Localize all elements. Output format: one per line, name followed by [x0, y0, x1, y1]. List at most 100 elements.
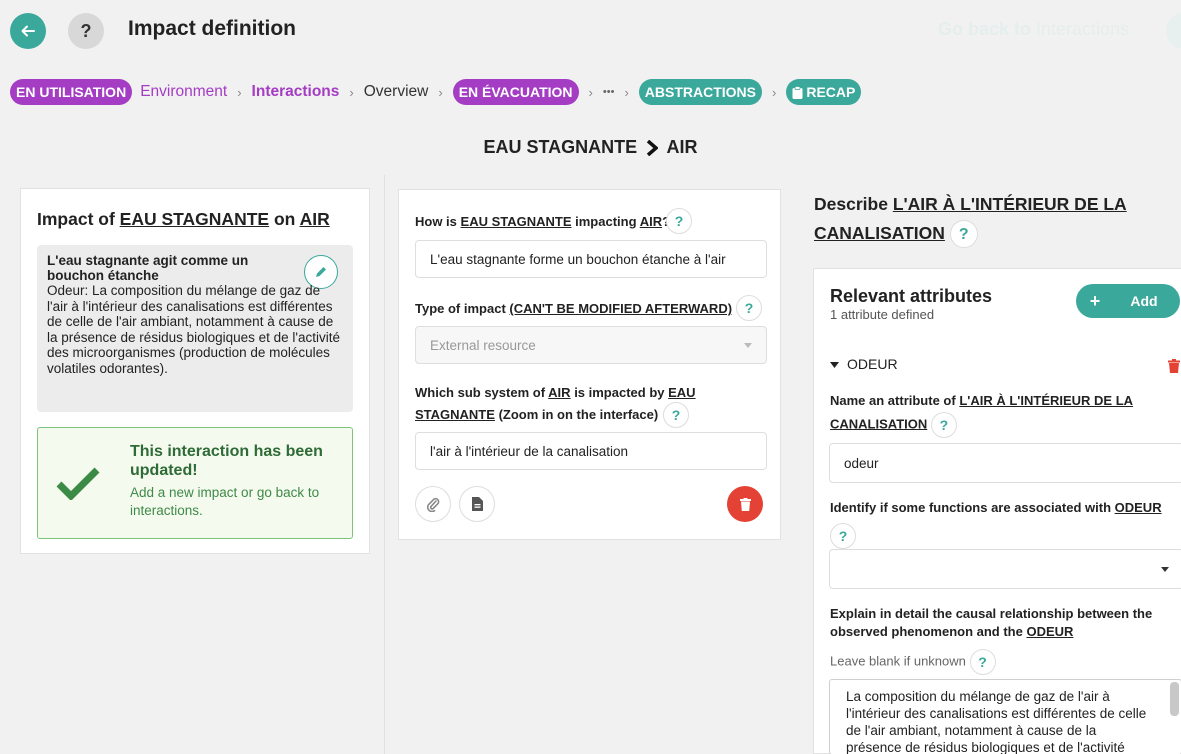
crumb-evacuation[interactable]: EN ÉVACUATION [452, 79, 579, 105]
q1-target-link[interactable]: AIR [640, 214, 662, 229]
arrow-left-icon [21, 25, 35, 37]
impact-note-body: Odeur: La composition du mélange de gaz … [47, 283, 341, 376]
crumb-ellipsis[interactable]: ••• [603, 86, 615, 98]
caret-down-icon [1161, 566, 1169, 572]
impact-description-input[interactable]: L'eau stagnante forme un bouchon étanche… [415, 240, 767, 278]
chevron-right-icon: › [237, 84, 242, 100]
functions-label-target-link[interactable]: ODEUR [1115, 500, 1162, 515]
chevron-right-icon [647, 140, 659, 157]
clipboard-icon [792, 85, 803, 99]
q2-note: (CAN'T BE MODIFIED AFTERWARD) [509, 301, 733, 316]
functions-label-prefix: Identify if some functions are associate… [830, 500, 1112, 515]
title-mid: on [273, 209, 296, 229]
impact-how-label: How is EAU STAGNANTE impacting AIR? [415, 214, 670, 229]
crumb-in-use[interactable]: EN UTILISATION [10, 79, 133, 105]
q3-mid: is impacted by [574, 385, 665, 400]
caret-down-icon [830, 362, 839, 369]
describe-title: Describe L'AIR À L'INTÉRIEUR DE LA CANAL… [814, 190, 1154, 249]
chevron-right-icon: › [772, 84, 777, 100]
impact-summary-title: Impact of EAU STAGNANTE on AIR [37, 209, 330, 230]
impact-type-select[interactable]: External resource [415, 326, 767, 364]
name-label-target-link-a[interactable]: L'AIR À L'INTÉRIEUR DE LA [959, 393, 1133, 408]
subsystem-input[interactable]: l'air à l'intérieur de la canalisation [415, 432, 767, 470]
crumb-interactions[interactable]: Interactions [252, 83, 340, 101]
trash-icon [739, 497, 751, 511]
document-button[interactable] [459, 486, 495, 522]
add-attribute-button[interactable]: + Add [1076, 284, 1180, 318]
delete-impact-button[interactable] [727, 486, 763, 522]
describe-target-link-a[interactable]: L'AIR À L'INTÉRIEUR DE LA [893, 194, 1127, 214]
help-icon[interactable]: ? [663, 402, 689, 428]
causal-hint: Leave blank if unknown ? [830, 649, 996, 675]
chevron-right-icon: › [624, 84, 629, 100]
name-label-prefix: Name an attribute of [830, 393, 956, 408]
paperclip-icon [426, 497, 440, 512]
help-button[interactable]: ? [68, 13, 104, 49]
name-label-target-link-b[interactable]: CANALISATION [830, 416, 927, 431]
q3-source-link-a[interactable]: EAU [668, 385, 695, 400]
attach-button[interactable] [415, 486, 451, 522]
q2-prefix: Type of impact [415, 301, 506, 316]
functions-label: Identify if some functions are associate… [830, 499, 1175, 517]
back-button[interactable] [10, 13, 46, 49]
chevron-right-icon: › [588, 84, 593, 100]
chevron-right-icon: › [438, 84, 443, 100]
go-back-button[interactable] [1166, 13, 1181, 49]
causal-label-target-link[interactable]: ODEUR [1026, 624, 1073, 639]
go-back-target: Interactions [1036, 19, 1130, 39]
crumb-overview[interactable]: Overview [364, 83, 429, 101]
help-icon[interactable]: ? [949, 220, 978, 249]
check-icon [56, 467, 100, 500]
caret-down-icon [744, 342, 752, 348]
pencil-icon [316, 267, 326, 277]
document-icon [471, 497, 483, 511]
trash-icon[interactable] [1168, 359, 1180, 373]
attributes-count: 1 attribute defined [830, 307, 935, 322]
success-message: This interaction has been updated! Add a… [37, 427, 353, 539]
attribute-name: ODEUR [847, 356, 898, 372]
causal-label: Explain in detail the causal relationshi… [830, 605, 1175, 641]
title-prefix: Impact of [37, 209, 115, 229]
crumb-recap[interactable]: RECAP [786, 79, 862, 105]
causal-textarea[interactable]: La composition du mélange de gaz de l'ai… [829, 679, 1181, 754]
q1-mid: impacting [575, 214, 637, 229]
crumb-abstractions[interactable]: ABSTRACTIONS [638, 79, 763, 105]
help-icon[interactable]: ? [830, 523, 856, 549]
subject-target: AIR [666, 137, 698, 157]
title-target-link[interactable]: AIR [300, 209, 330, 229]
attribute-toggle[interactable]: ODEUR [830, 356, 898, 372]
q3-source-link-b[interactable]: STAGNANTE [415, 407, 495, 422]
attribute-name-input[interactable]: odeur [829, 443, 1181, 483]
scrollbar[interactable] [1170, 682, 1179, 716]
divider [384, 175, 385, 754]
q3-suffix: (Zoom in on the interface) [498, 407, 659, 422]
help-icon[interactable]: ? [930, 412, 957, 438]
title-source-link[interactable]: EAU STAGNANTE [120, 209, 269, 229]
success-title: This interaction has been updated! [130, 443, 323, 479]
causal-text: La composition du mélange de gaz de l'ai… [846, 689, 1147, 754]
impact-type-value: External resource [430, 337, 536, 353]
q1-prefix: How is [415, 214, 457, 229]
plus-icon: + [1089, 290, 1101, 311]
impact-type-label: Type of impact (CAN'T BE MODIFIED AFTERW… [415, 301, 732, 316]
causal-label-prefix: Explain in detail the causal relationshi… [830, 606, 1153, 639]
success-body: Add a new impact or go back to interacti… [130, 485, 320, 518]
q3-prefix: Which sub system of [415, 385, 546, 400]
attributes-title: Relevant attributes [830, 286, 993, 306]
crumb-recap-label: RECAP [806, 84, 856, 100]
go-back-link[interactable]: Go back to Interactions [938, 19, 1129, 40]
help-icon[interactable]: ? [969, 649, 996, 675]
help-icon[interactable]: ? [666, 208, 692, 234]
describe-target-link-b[interactable]: CANALISATION [814, 223, 945, 243]
q3-target-link[interactable]: AIR [548, 385, 570, 400]
attributes-card: Relevant attributes 1 attribute defined … [813, 268, 1181, 754]
page-title: Impact definition [128, 17, 296, 40]
help-icon[interactable]: ? [736, 295, 762, 321]
functions-select[interactable] [829, 549, 1181, 589]
interaction-subject: EAU STAGNANTE AIR [0, 137, 1181, 158]
crumb-environment[interactable]: Environment [140, 83, 227, 101]
impact-note: L'eau stagnante agit comme un bouchon ét… [37, 245, 353, 412]
q1-source-link[interactable]: EAU STAGNANTE [461, 214, 572, 229]
go-back-prefix: Go back to [938, 19, 1032, 39]
causal-hint-text: Leave blank if unknown [830, 653, 966, 669]
